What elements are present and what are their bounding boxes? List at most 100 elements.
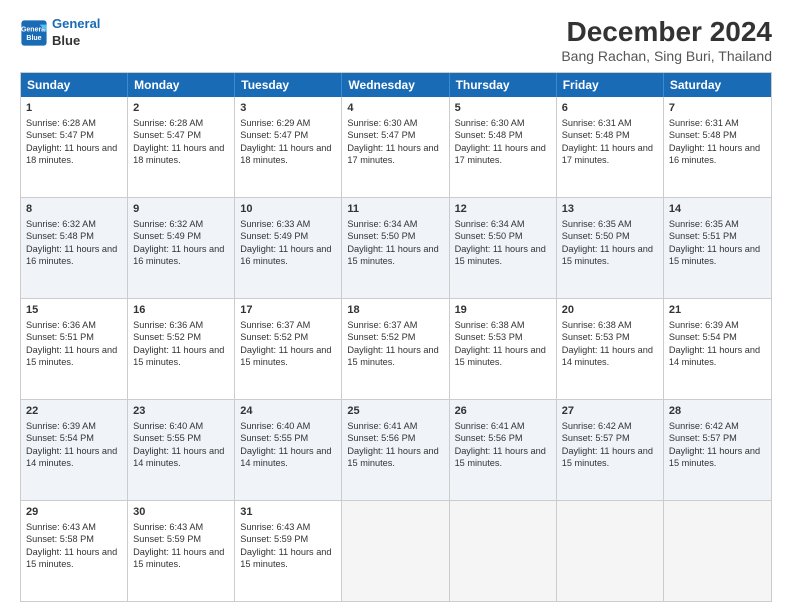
calendar-week-2: 8Sunrise: 6:32 AMSunset: 5:48 PMDaylight… [21, 197, 771, 298]
calendar-cell: 22Sunrise: 6:39 AMSunset: 5:54 PMDayligh… [21, 400, 128, 500]
day-number: 8 [26, 202, 122, 217]
day-number: 13 [562, 202, 658, 217]
calendar-cell: 5Sunrise: 6:30 AMSunset: 5:48 PMDaylight… [450, 97, 557, 197]
sunset-text: Sunset: 5:57 PM [562, 433, 630, 443]
daylight-text: Daylight: 11 hours and 17 minutes. [562, 143, 653, 165]
calendar-cell: 25Sunrise: 6:41 AMSunset: 5:56 PMDayligh… [342, 400, 449, 500]
sunrise-text: Sunrise: 6:39 AM [26, 421, 96, 431]
sunrise-text: Sunrise: 6:42 AM [669, 421, 739, 431]
daylight-text: Daylight: 11 hours and 17 minutes. [347, 143, 438, 165]
sunrise-text: Sunrise: 6:42 AM [562, 421, 632, 431]
calendar-cell: 29Sunrise: 6:43 AMSunset: 5:58 PMDayligh… [21, 501, 128, 601]
calendar-cell: 30Sunrise: 6:43 AMSunset: 5:59 PMDayligh… [128, 501, 235, 601]
sunrise-text: Sunrise: 6:34 AM [347, 219, 417, 229]
logo-text: General Blue [52, 16, 100, 50]
daylight-text: Daylight: 11 hours and 16 minutes. [240, 244, 331, 266]
header-friday: Friday [557, 73, 664, 97]
calendar-cell: 21Sunrise: 6:39 AMSunset: 5:54 PMDayligh… [664, 299, 771, 399]
sunrise-text: Sunrise: 6:31 AM [562, 118, 632, 128]
calendar-cell: 24Sunrise: 6:40 AMSunset: 5:55 PMDayligh… [235, 400, 342, 500]
day-number: 4 [347, 101, 443, 116]
sunset-text: Sunset: 5:50 PM [455, 231, 523, 241]
calendar-cell: 12Sunrise: 6:34 AMSunset: 5:50 PMDayligh… [450, 198, 557, 298]
day-number: 18 [347, 303, 443, 318]
sunset-text: Sunset: 5:48 PM [669, 130, 737, 140]
day-number: 21 [669, 303, 766, 318]
daylight-text: Daylight: 11 hours and 16 minutes. [133, 244, 224, 266]
calendar: Sunday Monday Tuesday Wednesday Thursday… [20, 72, 772, 602]
calendar-header: Sunday Monday Tuesday Wednesday Thursday… [21, 73, 771, 97]
sunset-text: Sunset: 5:52 PM [133, 332, 201, 342]
calendar-cell: 13Sunrise: 6:35 AMSunset: 5:50 PMDayligh… [557, 198, 664, 298]
header-tuesday: Tuesday [235, 73, 342, 97]
calendar-cell: 19Sunrise: 6:38 AMSunset: 5:53 PMDayligh… [450, 299, 557, 399]
calendar-cell: 8Sunrise: 6:32 AMSunset: 5:48 PMDaylight… [21, 198, 128, 298]
daylight-text: Daylight: 11 hours and 16 minutes. [26, 244, 117, 266]
daylight-text: Daylight: 11 hours and 18 minutes. [133, 143, 224, 165]
calendar-cell: 16Sunrise: 6:36 AMSunset: 5:52 PMDayligh… [128, 299, 235, 399]
daylight-text: Daylight: 11 hours and 15 minutes. [347, 244, 438, 266]
sunrise-text: Sunrise: 6:31 AM [669, 118, 739, 128]
sunset-text: Sunset: 5:59 PM [240, 534, 308, 544]
sunrise-text: Sunrise: 6:43 AM [240, 522, 310, 532]
day-number: 28 [669, 404, 766, 419]
main-title: December 2024 [561, 16, 772, 48]
daylight-text: Daylight: 11 hours and 15 minutes. [455, 446, 546, 468]
calendar-cell: 7Sunrise: 6:31 AMSunset: 5:48 PMDaylight… [664, 97, 771, 197]
day-number: 7 [669, 101, 766, 116]
sunrise-text: Sunrise: 6:40 AM [240, 421, 310, 431]
sunrise-text: Sunrise: 6:34 AM [455, 219, 525, 229]
day-number: 5 [455, 101, 551, 116]
sunrise-text: Sunrise: 6:40 AM [133, 421, 203, 431]
calendar-cell: 26Sunrise: 6:41 AMSunset: 5:56 PMDayligh… [450, 400, 557, 500]
sunset-text: Sunset: 5:50 PM [347, 231, 415, 241]
calendar-cell: 17Sunrise: 6:37 AMSunset: 5:52 PMDayligh… [235, 299, 342, 399]
sunset-text: Sunset: 5:52 PM [347, 332, 415, 342]
sunrise-text: Sunrise: 6:35 AM [669, 219, 739, 229]
sunrise-text: Sunrise: 6:41 AM [455, 421, 525, 431]
sunrise-text: Sunrise: 6:33 AM [240, 219, 310, 229]
day-number: 19 [455, 303, 551, 318]
sunset-text: Sunset: 5:59 PM [133, 534, 201, 544]
daylight-text: Daylight: 11 hours and 15 minutes. [347, 345, 438, 367]
calendar-week-4: 22Sunrise: 6:39 AMSunset: 5:54 PMDayligh… [21, 399, 771, 500]
calendar-body: 1Sunrise: 6:28 AMSunset: 5:47 PMDaylight… [21, 97, 771, 601]
sunset-text: Sunset: 5:51 PM [669, 231, 737, 241]
sunrise-text: Sunrise: 6:36 AM [26, 320, 96, 330]
calendar-cell [664, 501, 771, 601]
day-number: 22 [26, 404, 122, 419]
daylight-text: Daylight: 11 hours and 14 minutes. [26, 446, 117, 468]
sunset-text: Sunset: 5:53 PM [455, 332, 523, 342]
header-monday: Monday [128, 73, 235, 97]
day-number: 16 [133, 303, 229, 318]
calendar-cell: 1Sunrise: 6:28 AMSunset: 5:47 PMDaylight… [21, 97, 128, 197]
sunset-text: Sunset: 5:54 PM [669, 332, 737, 342]
calendar-cell: 23Sunrise: 6:40 AMSunset: 5:55 PMDayligh… [128, 400, 235, 500]
day-number: 15 [26, 303, 122, 318]
calendar-cell: 11Sunrise: 6:34 AMSunset: 5:50 PMDayligh… [342, 198, 449, 298]
sunrise-text: Sunrise: 6:32 AM [133, 219, 203, 229]
calendar-week-3: 15Sunrise: 6:36 AMSunset: 5:51 PMDayligh… [21, 298, 771, 399]
daylight-text: Daylight: 11 hours and 15 minutes. [562, 244, 653, 266]
sunset-text: Sunset: 5:55 PM [133, 433, 201, 443]
daylight-text: Daylight: 11 hours and 17 minutes. [455, 143, 546, 165]
title-block: December 2024 Bang Rachan, Sing Buri, Th… [561, 16, 772, 64]
sunrise-text: Sunrise: 6:28 AM [133, 118, 203, 128]
calendar-cell [557, 501, 664, 601]
day-number: 24 [240, 404, 336, 419]
sunrise-text: Sunrise: 6:43 AM [133, 522, 203, 532]
page: General Blue General Blue December 2024 … [0, 0, 792, 612]
sunrise-text: Sunrise: 6:28 AM [26, 118, 96, 128]
calendar-cell: 14Sunrise: 6:35 AMSunset: 5:51 PMDayligh… [664, 198, 771, 298]
sunset-text: Sunset: 5:52 PM [240, 332, 308, 342]
day-number: 9 [133, 202, 229, 217]
day-number: 30 [133, 505, 229, 520]
sunset-text: Sunset: 5:58 PM [26, 534, 94, 544]
calendar-cell: 15Sunrise: 6:36 AMSunset: 5:51 PMDayligh… [21, 299, 128, 399]
day-number: 29 [26, 505, 122, 520]
day-number: 14 [669, 202, 766, 217]
daylight-text: Daylight: 11 hours and 18 minutes. [240, 143, 331, 165]
subtitle: Bang Rachan, Sing Buri, Thailand [561, 48, 772, 64]
daylight-text: Daylight: 11 hours and 15 minutes. [669, 446, 760, 468]
header-sunday: Sunday [21, 73, 128, 97]
